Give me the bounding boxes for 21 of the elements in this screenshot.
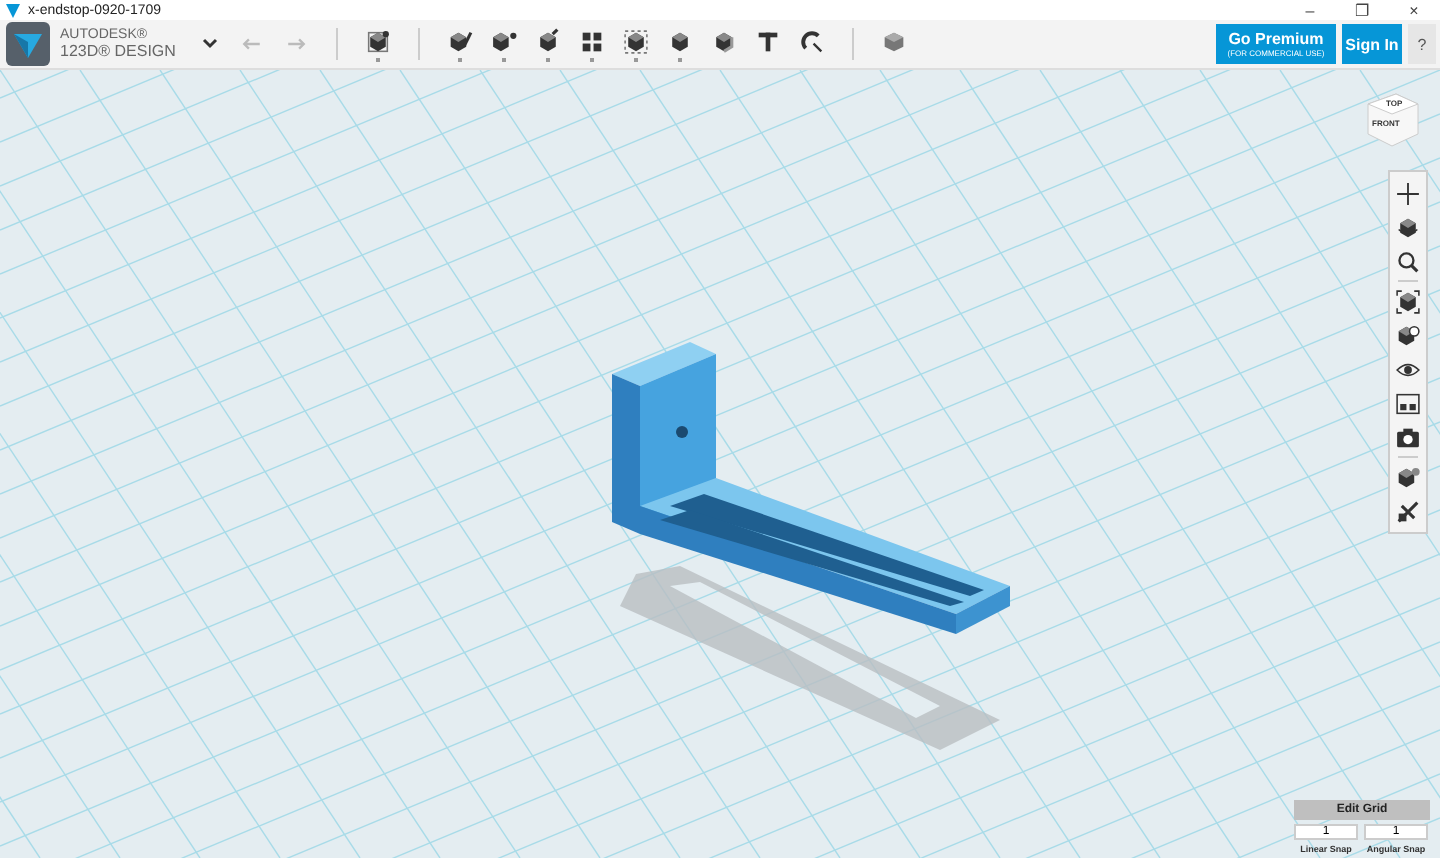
orbit-nav-icon[interactable]: [1394, 213, 1422, 241]
cube-icon[interactable]: [666, 27, 694, 55]
caret-icon[interactable]: [199, 36, 220, 52]
cube-dot-icon[interactable]: [490, 27, 518, 55]
window-control-button[interactable]: ❐: [1336, 1, 1388, 19]
shaded-cube-icon[interactable]: [880, 27, 908, 55]
zoom-nav-icon[interactable]: [1394, 247, 1422, 275]
window-control-button[interactable]: –: [1284, 1, 1336, 19]
boxed-cube-icon[interactable]: [364, 27, 392, 55]
window-control-button[interactable]: ×: [1388, 1, 1440, 19]
cube-pen-icon[interactable]: [446, 27, 474, 55]
product-name: 123D® DESIGN: [60, 44, 176, 60]
dashed-cube-icon[interactable]: [622, 27, 650, 55]
fit-nav-icon[interactable]: [1394, 287, 1422, 315]
camera-nav-icon[interactable]: [1394, 423, 1422, 451]
text-icon[interactable]: [754, 27, 782, 55]
four-squares-icon[interactable]: [578, 27, 606, 55]
views-nav-icon[interactable]: [1394, 321, 1422, 349]
pan-nav-icon[interactable]: [1394, 179, 1422, 207]
cube-stick-icon[interactable]: [534, 27, 562, 55]
help-button[interactable]: ?: [1408, 24, 1436, 64]
